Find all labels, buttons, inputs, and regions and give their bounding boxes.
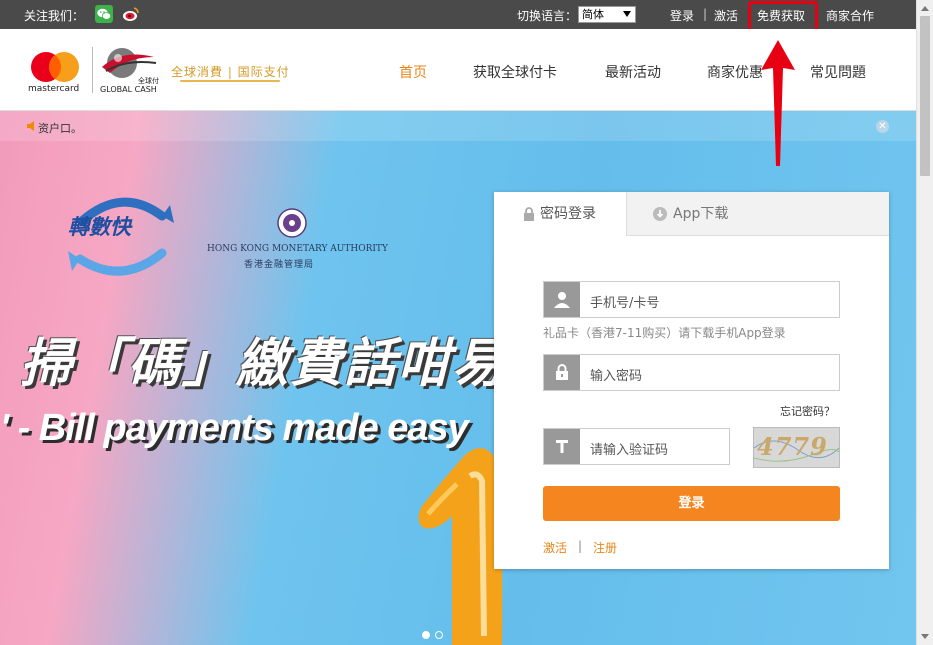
forgot-password-link[interactable]: 忘记密码？ [780, 403, 835, 419]
notice-text: 资户口。 [38, 122, 82, 135]
divider: | [703, 7, 708, 21]
top-login-link[interactable]: 登录 [670, 7, 694, 24]
nav-merchant-offers[interactable]: 商家优惠 [707, 62, 763, 82]
carousel-dots [422, 628, 448, 643]
red-annotation-arrow [761, 40, 795, 166]
banner-headline-cn: 掃「碼」繳費話咁易 [20, 334, 507, 394]
phone-input[interactable]: 手机号/卡号 [590, 292, 659, 311]
carousel-dot[interactable] [422, 631, 430, 639]
nav-latest-events[interactable]: 最新活动 [605, 62, 661, 82]
nav-get-card[interactable]: 获取全球付卡 [473, 62, 557, 82]
language-selected-value: 简体 [582, 8, 604, 21]
tab-app-download[interactable]: App下载 [626, 192, 889, 236]
language-select[interactable]: 简体 [578, 6, 636, 23]
hkma-name-cn: 香港金融管理局 [244, 260, 315, 270]
captcha-input[interactable]: 请输入验证码 [590, 439, 668, 458]
global-cash-wordmark: GLOBAL CASH [100, 85, 157, 94]
scroll-down-icon[interactable] [921, 634, 929, 639]
nav-faq[interactable]: 常见問題 [810, 62, 866, 82]
download-icon [653, 207, 667, 221]
scroll-up-icon[interactable] [921, 6, 929, 11]
mastercard-wordmark: mastercard [28, 84, 80, 94]
close-icon[interactable]: ✕ [876, 120, 889, 133]
tab-password-login[interactable]: 密码登录 [494, 192, 626, 236]
tab-label: 密码登录 [540, 206, 596, 222]
hkma-name-en: HONG KONG MONETARY AUTHORITY [207, 244, 388, 254]
follow-us-label: 关注我们： [24, 9, 85, 23]
brand-slogan: 全球消費 | 国际支付 [171, 65, 290, 79]
nav-home[interactable]: 首页 [399, 62, 427, 82]
gift-card-hint: 礼品卡（香港7-11购买）请下载手机App登录 [543, 326, 786, 340]
captcha-field[interactable]: 请输入验证码 [543, 428, 730, 465]
captcha-code: 4779 [757, 432, 828, 461]
lock-icon [524, 207, 534, 221]
banner-headline-en: ' - Bill payments made easy [0, 407, 469, 449]
login-button[interactable]: 登录 [543, 486, 840, 521]
lock-icon [544, 355, 580, 390]
carousel-dot[interactable] [435, 631, 443, 639]
hkma-emblem-icon [277, 208, 307, 238]
phone-field[interactable]: 手机号/卡号 [543, 281, 840, 318]
logo-divider [92, 47, 93, 93]
top-activate-link[interactable]: 激活 [714, 7, 738, 24]
slogan-underline [180, 80, 280, 82]
password-field[interactable]: 输入密码 [543, 354, 840, 391]
activate-link[interactable]: 激活 [543, 539, 567, 556]
weibo-icon[interactable] [122, 5, 140, 23]
chevron-down-icon [623, 11, 631, 17]
language-label: 切换语言： [517, 9, 578, 23]
wechat-icon[interactable] [95, 5, 113, 23]
password-input[interactable]: 输入密码 [590, 365, 642, 384]
captcha-image[interactable]: 4779 [753, 427, 840, 468]
text-t-icon [544, 429, 580, 464]
register-link[interactable]: 注册 [593, 539, 617, 556]
divider: | [578, 539, 583, 553]
speaker-icon [27, 121, 34, 131]
login-panel: 密码登录 App下载 手机号/卡号 礼品卡（香港7-11购买）请下载手机App登… [494, 192, 889, 569]
vertical-scrollbar[interactable] [916, 0, 933, 645]
tab-label: App下载 [673, 206, 729, 222]
scrollbar-thumb[interactable] [920, 16, 930, 176]
user-icon [544, 282, 580, 317]
fps-logo-text: 轉數快 [68, 214, 131, 239]
top-merchant-link[interactable]: 商家合作 [826, 7, 874, 24]
